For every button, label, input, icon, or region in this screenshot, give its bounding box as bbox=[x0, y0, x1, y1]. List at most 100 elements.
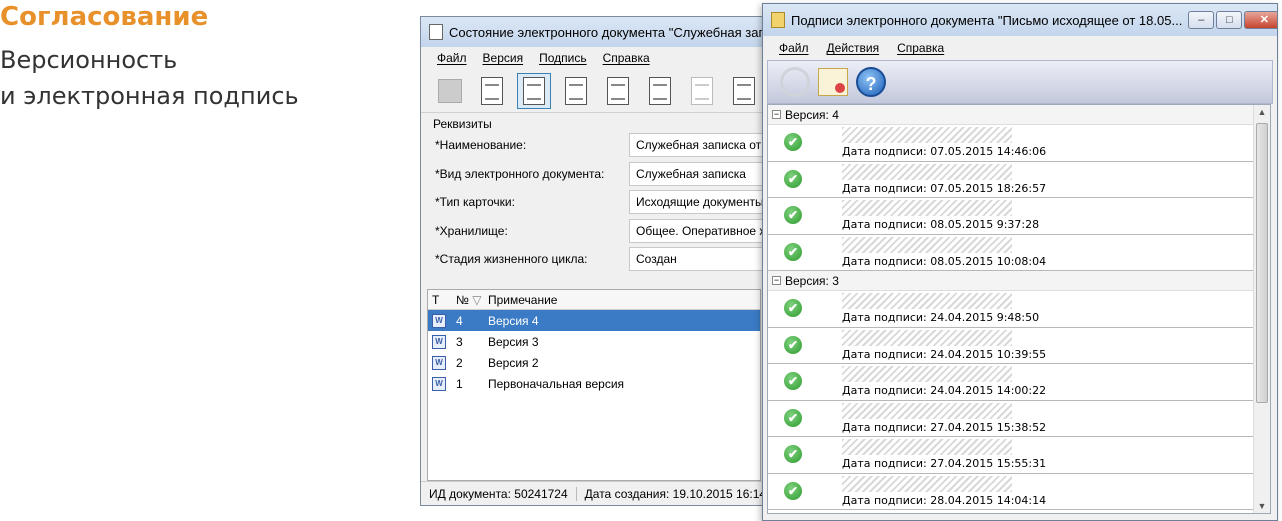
field-card-type-row: *Тип карточки: Исходящие документы bbox=[421, 188, 765, 217]
scroll-thumb[interactable] bbox=[1256, 123, 1268, 403]
sort-icon: ▽ bbox=[472, 292, 482, 307]
redacted-signer bbox=[842, 163, 1012, 180]
help-icon[interactable]: ? bbox=[856, 67, 886, 97]
sign-document-button[interactable] bbox=[685, 73, 719, 109]
version-row[interactable]: W 1 Первоначальная версия bbox=[428, 373, 760, 394]
signature-row[interactable]: ✔ Дата подписи: 24.04.2015 10:39:55 bbox=[768, 328, 1270, 364]
document-state-toolbar bbox=[421, 69, 765, 113]
signature-row[interactable]: ✔ Дата подписи: 24.04.2015 14:00:22 bbox=[768, 364, 1270, 401]
collapse-icon[interactable]: − bbox=[772, 276, 781, 285]
export-document-button[interactable] bbox=[727, 73, 761, 109]
collapse-icon[interactable]: − bbox=[772, 110, 781, 119]
vertical-scrollbar[interactable]: ▲ ▼ bbox=[1253, 105, 1270, 513]
signature-row[interactable]: ✔ Дата подписи: 07.05.2015 18:26:57 bbox=[768, 162, 1270, 198]
signature-date: Дата подписи: 28.04.2015 14:04:14 bbox=[842, 493, 1047, 507]
lock-document-icon bbox=[649, 76, 671, 105]
document-icon bbox=[429, 24, 443, 40]
signature-row[interactable]: ✔ Дата подписи: 27.04.2015 15:38:52 bbox=[768, 401, 1270, 437]
valid-check-icon: ✔ bbox=[784, 445, 802, 463]
redacted-signer bbox=[842, 236, 1012, 253]
view-document-icon bbox=[523, 76, 545, 105]
field-storage-value[interactable]: Общее. Оперативное х bbox=[629, 218, 765, 243]
field-label: *Стадия жизненного цикла: bbox=[435, 252, 588, 267]
certificate-icon[interactable] bbox=[818, 68, 848, 96]
signature-row[interactable]: ✔ Дата подписи: 07.05.2015 14:46:06 bbox=[768, 125, 1270, 162]
valid-check-icon: ✔ bbox=[784, 206, 802, 224]
version-group-header[interactable]: − Версия: 4 bbox=[768, 105, 1270, 125]
menu-actions[interactable]: Действия bbox=[827, 41, 880, 55]
signature-date: Дата подписи: 24.04.2015 9:48:50 bbox=[842, 311, 1040, 324]
valid-check-icon: ✔ bbox=[784, 242, 802, 261]
key-icon[interactable] bbox=[780, 67, 810, 97]
field-name-value[interactable]: Служебная записка от bbox=[629, 133, 765, 158]
document-state-menubar: Файл Версия Подпись Справка bbox=[421, 47, 765, 69]
minimize-button[interactable]: ‒ bbox=[1188, 11, 1215, 29]
menu-signature[interactable]: Подпись bbox=[539, 51, 587, 65]
field-doc-kind-value[interactable]: Служебная записка bbox=[629, 161, 765, 186]
version-note: Первоначальная версия bbox=[488, 376, 625, 391]
word-file-icon: W bbox=[432, 355, 446, 370]
signature-row[interactable]: ✔ Дата подписи: 08.05.2015 10:08:04 bbox=[768, 235, 1270, 271]
field-lifecycle-value[interactable]: Создан bbox=[629, 247, 765, 272]
column-number[interactable]: № ▽ bbox=[452, 293, 484, 307]
close-button[interactable]: ✕ bbox=[1244, 11, 1277, 29]
strike-document-button[interactable] bbox=[559, 73, 593, 109]
version-row[interactable]: W 2 Версия 2 bbox=[428, 352, 760, 373]
document-id: ИД документа: 50241724 bbox=[421, 486, 577, 501]
field-label: *Тип карточки: bbox=[435, 195, 515, 210]
signature-body: Дата подписи: 08.05.2015 10:08:04 bbox=[842, 235, 1052, 271]
version-number: 4 bbox=[456, 313, 463, 328]
valid-check-icon: ✔ bbox=[784, 299, 802, 317]
version-note: Версия 3 bbox=[488, 334, 539, 349]
strike-document-icon bbox=[565, 76, 587, 105]
scroll-down-arrow[interactable]: ▼ bbox=[1257, 501, 1267, 511]
valid-check-icon: ✔ bbox=[784, 481, 802, 500]
field-label: *Хранилище: bbox=[435, 223, 508, 238]
signature-row[interactable]: ✔ Дата подписи: 28.04.2015 14:04:14 bbox=[768, 474, 1270, 510]
signature-row[interactable]: ✔ Дата подписи: 27.04.2015 15:55:31 bbox=[768, 437, 1270, 474]
signature-date: Дата подписи: 24.04.2015 14:00:22 bbox=[842, 384, 1047, 397]
menu-file[interactable]: Файл bbox=[437, 51, 467, 65]
signature-row[interactable]: ✔ Дата подписи: 08.05.2015 9:37:28 bbox=[768, 198, 1270, 235]
export-document-icon bbox=[733, 76, 755, 105]
field-label: *Вид электронного документа: bbox=[435, 166, 605, 181]
version-group-label: Версия: 4 bbox=[785, 107, 839, 122]
comment-button[interactable] bbox=[601, 73, 635, 109]
scroll-up-arrow[interactable]: ▲ bbox=[1257, 107, 1267, 117]
version-group-header[interactable]: − Версия: 3 bbox=[768, 271, 1270, 291]
versions-grid: Т № ▽ Примечание W 4 Версия 4 W 3 Версия… bbox=[427, 289, 761, 481]
signature-date: Дата подписи: 27.04.2015 15:55:31 bbox=[842, 457, 1047, 470]
field-card-type-value[interactable]: Исходящие документы bbox=[629, 190, 765, 215]
signature-date: Дата подписи: 08.05.2015 10:08:04 bbox=[842, 254, 1047, 268]
field-storage-row: *Хранилище: Общее. Оперативное х bbox=[421, 217, 765, 246]
menu-help[interactable]: Справка bbox=[897, 41, 944, 55]
edit-document-button[interactable] bbox=[475, 73, 509, 109]
document-state-titlebar[interactable]: Состояние электронного документа "Служеб… bbox=[421, 17, 765, 47]
menu-version[interactable]: Версия bbox=[483, 51, 524, 65]
window-controls: ‒ □ ✕ bbox=[1188, 11, 1277, 29]
maximize-button[interactable]: □ bbox=[1216, 11, 1243, 29]
version-row[interactable]: W 3 Версия 3 bbox=[428, 331, 760, 352]
signature-date: Дата подписи: 08.05.2015 9:37:28 bbox=[842, 218, 1040, 231]
column-type[interactable]: Т bbox=[428, 293, 452, 307]
signature-row[interactable]: ✔ Дата подписи: 24.04.2015 9:48:50 bbox=[768, 291, 1270, 328]
column-note[interactable]: Примечание bbox=[484, 293, 760, 307]
signature-body: Дата подписи: 07.05.2015 18:26:57 bbox=[842, 162, 1052, 198]
version-note: Версия 2 bbox=[488, 355, 539, 370]
signature-date: Дата подписи: 24.04.2015 10:39:55 bbox=[842, 347, 1047, 361]
document-state-statusbar: ИД документа: 50241724 Дата создания: 19… bbox=[421, 481, 765, 505]
document-state-title: Состояние электронного документа "Служеб… bbox=[449, 24, 765, 40]
word-file-icon: W bbox=[432, 376, 446, 391]
field-doc-kind-row: *Вид электронного документа: Служебная з… bbox=[421, 160, 765, 189]
signatures-titlebar[interactable]: Подписи электронного документа "Письмо и… bbox=[763, 4, 1277, 36]
save-button[interactable] bbox=[433, 73, 467, 109]
signature-body: Дата подписи: 24.04.2015 10:39:55 bbox=[842, 328, 1052, 364]
lock-document-button[interactable] bbox=[643, 73, 677, 109]
view-document-button[interactable] bbox=[517, 72, 551, 109]
version-note: Версия 4 bbox=[488, 313, 539, 328]
version-row[interactable]: W 4 Версия 4 bbox=[428, 310, 760, 331]
word-file-icon: W bbox=[432, 313, 446, 328]
menu-help[interactable]: Справка bbox=[603, 51, 650, 65]
signatures-menubar: Файл Действия Справка bbox=[763, 36, 1277, 60]
menu-file[interactable]: Файл bbox=[779, 41, 809, 55]
